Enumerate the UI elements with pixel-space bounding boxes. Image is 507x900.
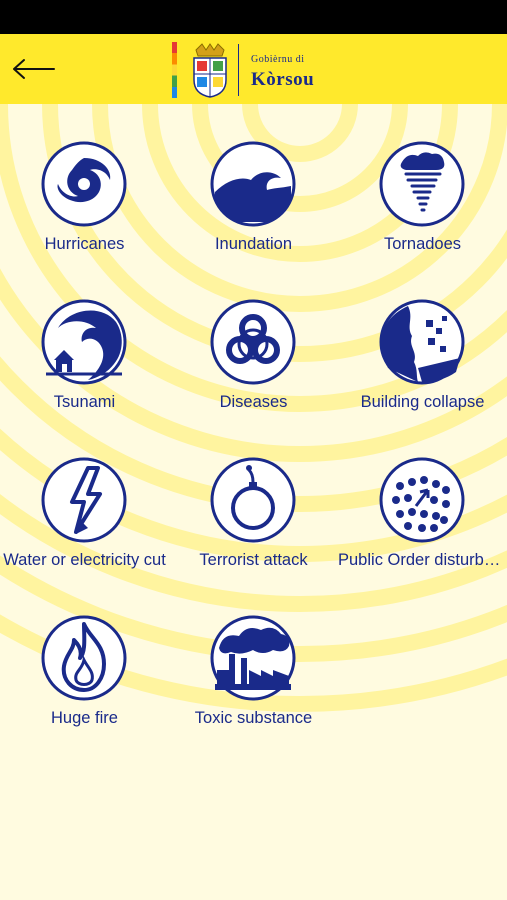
hazard-item-tsunami[interactable]: Tsunami	[0, 262, 169, 412]
hazard-label: Hurricanes	[44, 235, 125, 253]
logo-divider	[238, 44, 239, 96]
hazard-grid-container[interactable]: Hurricanes Inundation Tornadoes Tsunami …	[0, 104, 507, 900]
color-strip	[172, 42, 177, 98]
hazard-item-public-order-disturbance[interactable]: Public Order disturbance	[338, 420, 507, 570]
fire-icon	[41, 615, 127, 701]
hazard-label: Toxic substance	[194, 709, 313, 727]
hazard-item-inundation[interactable]: Inundation	[169, 104, 338, 254]
hazard-label: Terrorist attack	[199, 551, 308, 569]
hazard-label: Building collapse	[360, 393, 485, 411]
crowd-icon	[379, 457, 465, 543]
hazard-label: Public Order disturbance	[338, 551, 507, 569]
logo-line2: Kòrsou	[251, 69, 315, 90]
logo-line1: Gobièrnu di	[251, 54, 305, 65]
hazard-item-toxic-substance[interactable]: Toxic substance	[169, 578, 338, 728]
hurricane-icon	[41, 141, 127, 227]
arrow-left-icon	[13, 59, 55, 79]
hazard-item-huge-fire[interactable]: Huge fire	[0, 578, 169, 728]
hazard-item-building-collapse[interactable]: Building collapse	[338, 262, 507, 412]
back-button[interactable]	[10, 54, 58, 84]
hazard-label: Water or electricity cut	[3, 551, 166, 569]
app-bar: Gobièrnu di Kòrsou	[0, 34, 507, 104]
hazard-item-water-electricity-cut[interactable]: Water or electricity cut	[0, 420, 169, 570]
building-collapse-icon	[379, 299, 465, 385]
tsunami-icon	[41, 299, 127, 385]
hazard-item-tornadoes[interactable]: Tornadoes	[338, 104, 507, 254]
tornado-icon	[379, 141, 465, 227]
hazard-label: Tornadoes	[383, 235, 462, 253]
hazard-label: Tsunami	[53, 393, 116, 411]
hazard-item-hurricanes[interactable]: Hurricanes	[0, 104, 169, 254]
government-logo: Gobièrnu di Kòrsou	[172, 40, 342, 98]
coat-of-arms-icon	[193, 43, 227, 98]
bomb-icon	[210, 457, 296, 543]
hazard-item-terrorist-attack[interactable]: Terrorist attack	[169, 420, 338, 570]
wave-icon	[210, 141, 296, 227]
hazard-item-diseases[interactable]: Diseases	[169, 262, 338, 412]
biohazard-icon	[210, 299, 296, 385]
hazard-label: Huge fire	[51, 709, 118, 727]
lightning-icon	[41, 457, 127, 543]
hazard-label: Diseases	[219, 393, 288, 411]
factory-smoke-icon	[210, 615, 296, 701]
status-bar	[0, 0, 507, 34]
hazard-label: Inundation	[214, 235, 293, 253]
